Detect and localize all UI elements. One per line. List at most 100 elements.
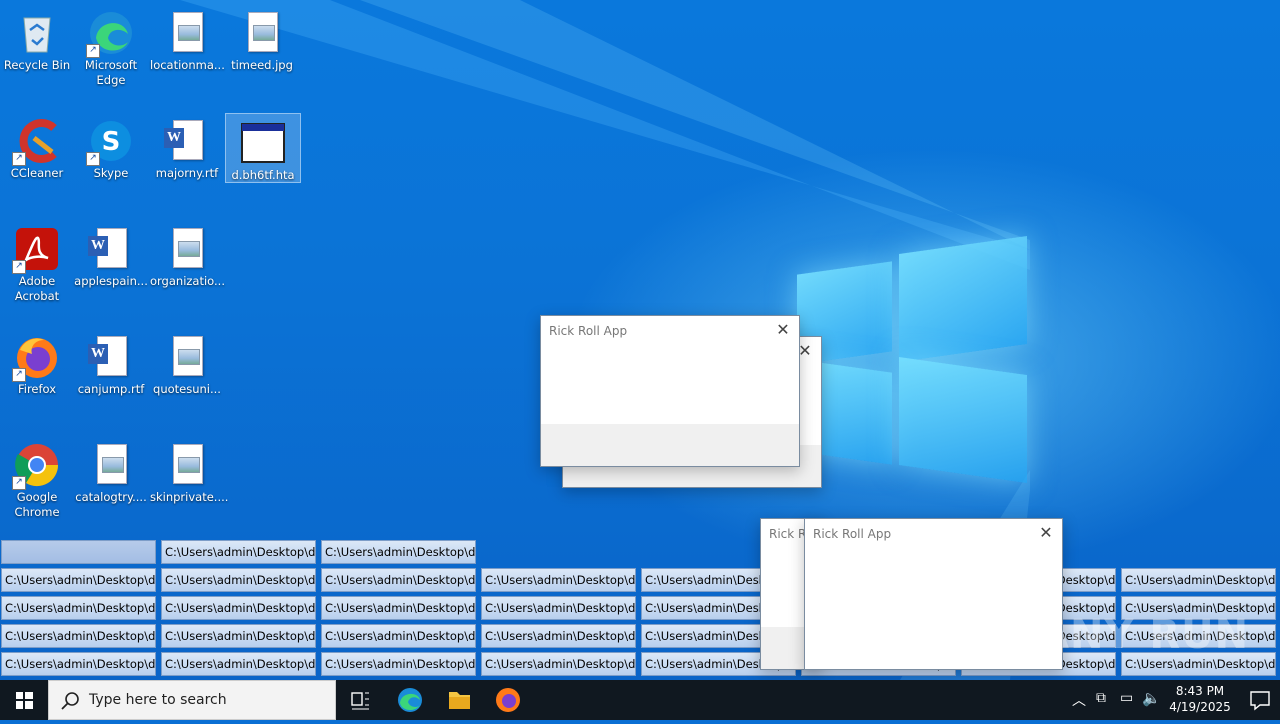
desktop-icon-canjump[interactable]: W canjump.rtf <box>74 328 148 397</box>
minimized-window-button[interactable]: C:\Users\admin\Desktop\d... <box>161 652 316 676</box>
search-icon <box>61 692 79 710</box>
chrome-icon: ↗ <box>12 442 60 490</box>
minimized-window-button[interactable]: C:\Users\admin\Desktop\d... <box>481 596 636 620</box>
volume-icon[interactable]: 🔈 <box>1142 689 1161 707</box>
minimized-window-label: C:\Users\admin\Desktop\d... <box>165 629 316 643</box>
minimized-window-button[interactable]: C:\Users\admin\Desktop\d... <box>481 568 636 592</box>
taskbar-clock[interactable]: 8:43 PM 4/19/2025 <box>1160 683 1240 715</box>
image-file-icon <box>164 10 210 56</box>
minimized-window-button[interactable]: C:\Users\admin\Desktop\d... <box>161 540 316 564</box>
close-icon[interactable]: ✕ <box>1036 523 1056 543</box>
desktop-icon-organizatio[interactable]: organizatio... <box>150 220 225 289</box>
chevron-up-icon[interactable]: ︿ <box>1072 690 1086 710</box>
start-button[interactable] <box>0 680 48 720</box>
taskbar-search-box[interactable]: Type here to search <box>48 680 336 720</box>
rick-roll-window[interactable]: Rick Roll App ✕ <box>540 315 800 467</box>
network-icon[interactable]: ▭ <box>1120 690 1133 706</box>
desktop-icon-d-bh6tf-hta[interactable]: d.bh6tf.hta <box>225 113 301 183</box>
rick-roll-window-lower[interactable]: Rick Roll App ✕ <box>804 518 1063 670</box>
minimized-window-label: C:\Users\admin\Desktop\d... <box>325 629 476 643</box>
minimized-window-button[interactable]: C:\Users\admin\Desktop\d... <box>1 652 156 676</box>
desktop-icon-catalogtry[interactable]: catalogtry.... <box>74 436 148 505</box>
minimized-window-button[interactable]: C:\Users\admin\Desktop\d... <box>321 624 476 648</box>
desktop-icon-label: applespain... <box>74 274 148 288</box>
minimized-window-button[interactable]: C:\Users\admin\Desktop\d... <box>1 596 156 620</box>
taskbar: Type here to search ︿ ⧉ ▭ 🔈 8:43 PM 4/19… <box>0 680 1280 720</box>
minimized-window-label: C:\Users\admin\Desktop\d... <box>485 573 636 587</box>
shortcut-arrow-icon: ↗ <box>12 260 26 274</box>
desktop-icon-microsoft-edge[interactable]: ↗ Microsoft Edge <box>74 4 148 88</box>
word-doc-icon: W <box>88 226 134 272</box>
notification-button[interactable] <box>1240 680 1280 720</box>
desktop-icon-google-chrome[interactable]: ↗ Google Chrome <box>0 436 74 520</box>
windows-start-icon <box>16 692 33 709</box>
desktop-icon-ccleaner[interactable]: ↗ CCleaner <box>0 112 74 181</box>
desktop-icon-label: timeed.jpg <box>231 58 293 72</box>
desktop-icon-quotesuni[interactable]: quotesuni... <box>150 328 224 397</box>
minimized-window-button[interactable]: C:\Users\admin\Desktop\d... <box>161 624 316 648</box>
minimized-window-label: C:\Users\admin\Desktop\d... <box>325 545 476 559</box>
windows-logo-graphic <box>795 236 1030 483</box>
shortcut-arrow-icon: ↗ <box>86 44 100 58</box>
word-doc-icon: W <box>164 118 210 164</box>
system-tray: ︿ ⧉ ▭ 🔈 <box>1068 680 1168 720</box>
desktop-icon-adobe-acrobat[interactable]: ↗ Adobe Acrobat <box>0 220 74 304</box>
edge-icon: ↗ <box>86 10 134 58</box>
close-icon[interactable]: ✕ <box>773 320 793 340</box>
image-file-icon <box>164 226 210 272</box>
minimized-window-button[interactable] <box>1 540 156 564</box>
minimized-window-button[interactable]: C:\Users\admin\Desktop\d... <box>1121 568 1276 592</box>
shortcut-arrow-icon: ↗ <box>12 368 26 382</box>
desktop-icon-locationma[interactable]: locationma... <box>150 4 225 73</box>
desktop-icon-label: Skype <box>93 166 129 180</box>
minimized-window-label: C:\Users\admin\Desktop\d... <box>325 573 476 587</box>
image-file-icon <box>164 334 210 380</box>
desktop-icon-recycle-bin[interactable]: Recycle Bin <box>0 4 74 73</box>
desktop-icon-timeed[interactable]: timeed.jpg <box>225 4 299 73</box>
minimized-window-label: C:\Users\admin\Desktop\d... <box>485 629 636 643</box>
desktop-icon-label: Microsoft Edge <box>84 58 138 87</box>
window-footer <box>541 424 799 466</box>
window-title: Rick Roll App <box>549 324 628 338</box>
minimized-window-label: C:\Users\admin\Desktop\d... <box>325 657 476 671</box>
minimized-window-label: C:\Users\admin\Desktop\d... <box>485 657 636 671</box>
image-file-icon <box>164 442 210 488</box>
desktop-icon-applespain[interactable]: W applespain... <box>74 220 148 289</box>
minimized-window-label: C:\Users\admin\Desktop\d... <box>165 573 316 587</box>
minimized-window-button[interactable]: C:\Users\admin\Desktop\d... <box>321 540 476 564</box>
shortcut-arrow-icon: ↗ <box>12 476 26 490</box>
folder-icon <box>449 692 470 709</box>
desktop-icon-label: catalogtry.... <box>75 490 147 504</box>
taskbar-file-explorer-button[interactable] <box>435 680 483 720</box>
minimized-window-button[interactable]: C:\Users\admin\Desktop\d... <box>481 652 636 676</box>
desktop-icon-skype[interactable]: S ↗ Skype <box>74 112 148 181</box>
minimized-window-button[interactable]: C:\Users\admin\Desktop\d... <box>321 596 476 620</box>
minimized-window-button[interactable]: C:\Users\admin\Desktop\d... <box>321 652 476 676</box>
minimized-window-button[interactable]: C:\Users\admin\Desktop\d... <box>321 568 476 592</box>
desktop-icon-majorny[interactable]: W majorny.rtf <box>150 112 224 181</box>
task-view-button[interactable] <box>336 680 384 720</box>
desktop-icon-skinprivate[interactable]: skinprivate.... <box>150 436 228 505</box>
minimized-window-button[interactable]: C:\Users\admin\Desktop\d... <box>1 568 156 592</box>
minimized-window-label: C:\Users\admin\Desktop\d... <box>5 601 156 615</box>
desktop-icon-label: Firefox <box>17 382 57 396</box>
desktop-icon-label: d.bh6tf.hta <box>231 168 295 182</box>
minimized-window-label: C:\Users\admin\Desktop\d... <box>325 601 476 615</box>
taskbar-edge-button[interactable] <box>386 680 434 720</box>
device-icon[interactable]: ⧉ <box>1096 690 1106 706</box>
minimized-window-button[interactable]: C:\Users\admin\Desktop\d... <box>1 624 156 648</box>
desktop-icon-label: canjump.rtf <box>77 382 145 396</box>
minimized-window-button[interactable]: C:\Users\admin\Desktop\d... <box>161 596 316 620</box>
desktop-icon-firefox[interactable]: ↗ Firefox <box>0 328 74 397</box>
minimized-window-button[interactable]: C:\Users\admin\Desktop\d... <box>161 568 316 592</box>
desktop-icon-label: Recycle Bin <box>3 58 71 72</box>
minimized-window-label: C:\Users\admin\Desktop\d... <box>1125 657 1276 671</box>
image-file-icon <box>88 442 134 488</box>
shortcut-arrow-icon: ↗ <box>12 152 26 166</box>
minimized-window-button[interactable]: C:\Users\admin\Desktop\d... <box>481 624 636 648</box>
minimized-window-label: C:\Users\admin\Desktop\d... <box>5 573 156 587</box>
minimized-window-label: C:\Users\admin\Desktop\d... <box>165 545 316 559</box>
desktop-icon-label: quotesuni... <box>153 382 221 396</box>
taskbar-firefox-button[interactable] <box>484 680 532 720</box>
minimized-window-label: C:\Users\admin\Desktop\d... <box>1125 573 1276 587</box>
